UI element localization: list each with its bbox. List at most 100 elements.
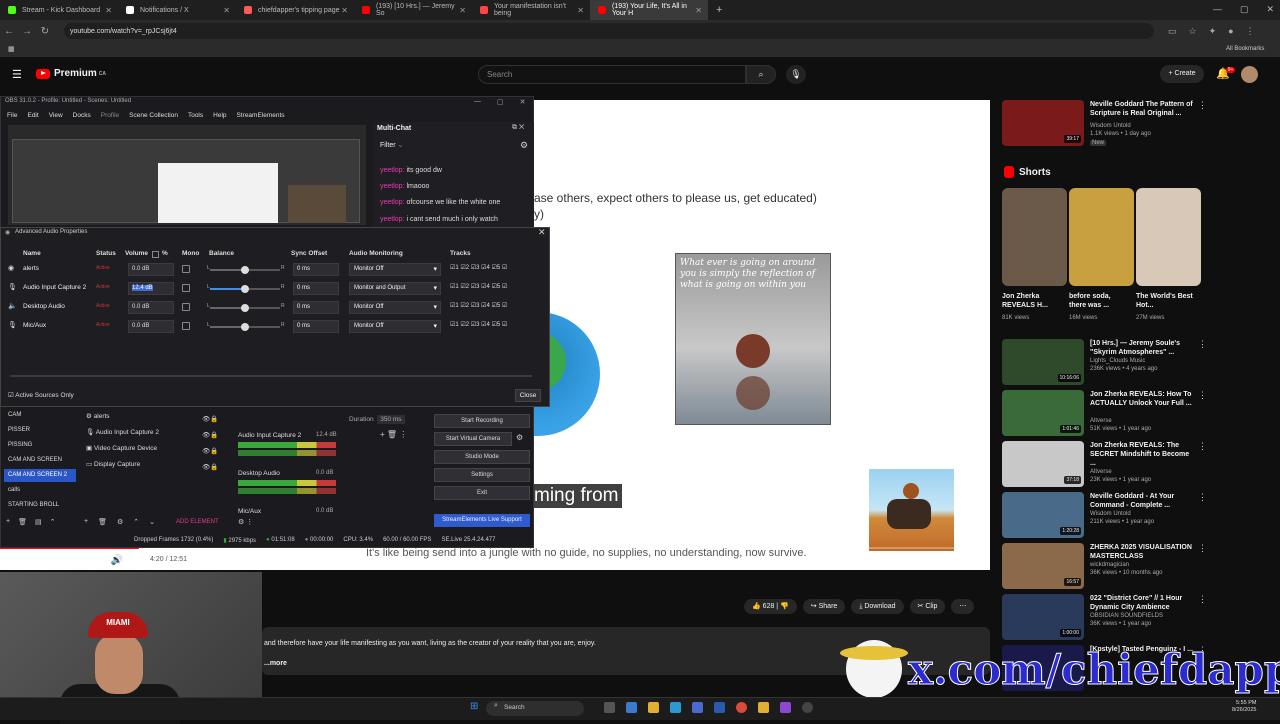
reload-icon[interactable]: ↻ <box>36 26 54 37</box>
sync-offset-spinbox[interactable]: 0 ms <box>293 320 339 333</box>
track-checkboxes[interactable]: ☑1 ☑2 ☑3 ☑4 ☑5 ☑ <box>450 302 507 309</box>
hamburger-menu-icon[interactable]: ☰ <box>12 68 22 81</box>
chat-filter-dropdown[interactable]: Filter ⌄ <box>380 141 403 149</box>
down-icon[interactable]: ⌄ <box>149 518 155 526</box>
app-icon[interactable] <box>714 702 725 713</box>
minimize-icon[interactable]: — <box>1213 4 1222 15</box>
audio-monitoring-dropdown[interactable]: Monitor Off <box>349 263 441 276</box>
taskbar-search[interactable]: Search <box>486 701 584 716</box>
sync-offset-spinbox[interactable]: 0 ms <box>293 301 339 314</box>
related-video[interactable]: 10:16:06 [10 Hrs.] — Jeremy Soule's "Sky… <box>1002 339 1222 387</box>
audio-monitoring-dropdown[interactable]: Monitor Off <box>349 301 441 314</box>
add-icon[interactable]: + <box>6 518 10 526</box>
horizontal-scrollbar[interactable] <box>10 375 532 377</box>
scene-item[interactable]: PISSING <box>4 439 76 452</box>
balance-knob[interactable] <box>241 304 249 312</box>
scene-item[interactable]: PISSER <box>4 424 76 437</box>
balance-slider[interactable] <box>210 266 280 274</box>
short-thumbnail[interactable] <box>1069 188 1134 286</box>
maximize-icon[interactable]: ▢ <box>497 98 504 106</box>
close-tab-icon[interactable]: ✕ <box>577 6 584 15</box>
sync-offset-spinbox[interactable]: 0 ms <box>293 282 339 295</box>
duration-spinbox[interactable]: 350 ms <box>377 415 405 424</box>
channel-name[interactable]: Altverse <box>1090 469 1112 475</box>
all-bookmarks[interactable]: All Bookmarks <box>1226 46 1264 52</box>
start-virtual-camera-button[interactable]: Start Virtual Camera <box>434 432 512 446</box>
forward-icon[interactable]: → <box>18 26 36 37</box>
mono-checkbox[interactable] <box>182 284 190 292</box>
video-title[interactable]: Jon Zherka REVEALS: How To ACTUALLY Unlo… <box>1090 390 1194 408</box>
chat-settings-gear-icon[interactable]: ⚙ <box>520 140 528 151</box>
like-button[interactable]: 👍 628 | 👎 <box>744 599 797 614</box>
chrome-icon[interactable] <box>736 702 747 713</box>
tab-jeremy-soule[interactable]: (193) [10 Hrs.] — Jeremy So ✕ <box>354 0 472 20</box>
menu-view[interactable]: View <box>49 112 63 119</box>
store-icon[interactable] <box>692 702 703 713</box>
menu-help[interactable]: Help <box>213 112 226 119</box>
video-thumbnail[interactable]: 37:18 <box>1002 441 1084 487</box>
remove-icon[interactable]: 🗑 <box>18 518 27 526</box>
source-item[interactable]: 🎙 Audio Input Capture 2 <box>86 428 159 436</box>
share-button[interactable]: ↪ Share <box>802 599 846 614</box>
close-tab-icon[interactable]: ✕ <box>223 6 230 15</box>
clip-button[interactable]: ✂ Clip <box>909 599 946 614</box>
app-icon[interactable] <box>758 702 769 713</box>
download-button[interactable]: ⤓ Download <box>851 599 904 614</box>
minimize-icon[interactable]: — <box>474 98 481 106</box>
video-thumbnail[interactable]: 16:57 <box>1002 543 1084 589</box>
sync-offset-spinbox[interactable]: 0 ms <box>293 263 339 276</box>
short-thumbnail[interactable] <box>1002 188 1067 286</box>
track-checkboxes[interactable]: ☑1 ☑2 ☑3 ☑4 ☑5 ☑ <box>450 283 507 290</box>
close-tab-icon[interactable]: ✕ <box>105 6 112 15</box>
chat-user[interactable]: yeetlop: <box>380 216 405 223</box>
related-video[interactable]: 1:20:28 Neville Goddard - At Your Comman… <box>1002 492 1222 540</box>
apps-icon[interactable]: ▦ <box>8 45 15 53</box>
more-icon[interactable]: ⋮ <box>399 430 407 439</box>
exit-button[interactable]: Exit <box>434 486 530 500</box>
fullscreen-icon[interactable]: ⛶ <box>962 554 969 565</box>
volume-spinbox[interactable]: 0.0 dB <box>128 320 174 333</box>
search-input[interactable]: Search <box>478 65 746 84</box>
more-options-icon[interactable]: ⋮ <box>1198 492 1207 503</box>
play-icon[interactable]: ▶ <box>70 555 78 566</box>
mono-checkbox[interactable] <box>182 303 190 311</box>
channel-name[interactable]: wickdmagician <box>1090 562 1129 568</box>
obs-preview[interactable] <box>8 125 366 225</box>
app-icon[interactable] <box>780 702 791 713</box>
close-button[interactable]: Close <box>515 389 541 402</box>
source-item[interactable]: ⚙ alerts <box>86 412 110 420</box>
channel-name[interactable]: Altverse <box>1090 418 1112 424</box>
short-title[interactable]: before soda, there was ... <box>1069 292 1129 310</box>
menu-streamelements[interactable]: StreamElements <box>237 112 285 119</box>
more-options-icon[interactable]: ⋮ <box>1198 543 1207 554</box>
video-title[interactable]: 022 "District Core" // 1 Hour Dynamic Ci… <box>1090 594 1194 612</box>
close-tab-icon[interactable]: ✕ <box>459 6 466 15</box>
chat-user[interactable]: yeetlop: <box>380 183 405 190</box>
tab-manifestation[interactable]: Your manifestation isn't being ✕ <box>472 0 590 20</box>
short-title[interactable]: Jon Zherka REVEALS H... <box>1002 292 1062 310</box>
audio-monitoring-dropdown[interactable]: Monitor Off <box>349 320 441 333</box>
video-title[interactable]: [10 Hrs.] — Jeremy Soule's "Skyrim Atmos… <box>1090 339 1194 357</box>
tab-notifications-x[interactable]: Notifications / X ✕ <box>118 0 236 20</box>
related-video[interactable]: 16:57 ZHERKA 2025 VISUALISATION MASTERCL… <box>1002 543 1222 591</box>
menu-docks[interactable]: Docks <box>73 112 91 119</box>
volume-spinbox[interactable]: 12.4 dB <box>128 282 174 295</box>
search-button[interactable]: ⌕ <box>746 65 776 84</box>
scene-item[interactable]: CAM AND SCREEN <box>4 454 76 467</box>
extensions-icon[interactable]: ✦ <box>1209 26 1217 37</box>
menu-file[interactable]: File <box>7 112 17 119</box>
balance-knob[interactable] <box>241 285 249 293</box>
scene-item[interactable]: calls <box>4 484 76 497</box>
edge-icon[interactable] <box>670 702 681 713</box>
miniplayer-icon[interactable]: ▣ <box>915 554 924 565</box>
audio-monitoring-dropdown[interactable]: Monitor and Output <box>349 282 441 295</box>
scene-item-selected[interactable]: CAM AND SCREEN 2 <box>4 469 76 482</box>
mono-checkbox[interactable] <box>182 265 190 273</box>
menu-tools[interactable]: Tools <box>188 112 203 119</box>
add-icon[interactable]: + <box>380 430 385 439</box>
close-dialog-icon[interactable]: ✕ <box>538 227 546 238</box>
tab-kick-dashboard[interactable]: Stream - Kick Dashboard ✕ <box>0 0 118 20</box>
bookmark-star-icon[interactable]: ☆ <box>1189 26 1197 37</box>
volume-spinbox[interactable]: 0.0 dB <box>128 301 174 314</box>
filter-icon[interactable]: ▤ <box>35 518 42 526</box>
